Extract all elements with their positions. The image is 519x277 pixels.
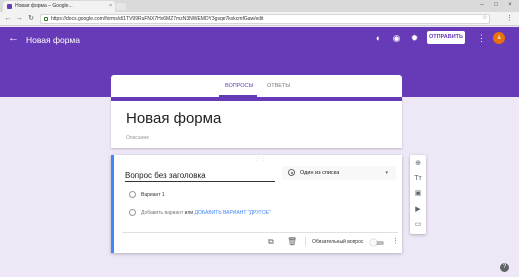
- add-question-icon[interactable]: ⊕: [414, 160, 422, 168]
- question-type-label: Один из списка: [300, 170, 340, 176]
- radio-circle-icon: [129, 209, 136, 216]
- tab-title: Новая форма – Google...: [15, 3, 73, 9]
- question-card[interactable]: ⋮⋮ Вопрос без заголовка Один из списка ▾…: [111, 155, 402, 253]
- add-section-icon[interactable]: ▭: [414, 221, 422, 229]
- form-tabs: ВОПРОСЫ ОТВЕТЫ: [111, 75, 402, 97]
- divider: [305, 237, 306, 246]
- add-image-icon[interactable]: ▣: [414, 190, 422, 198]
- option-label[interactable]: Вариант 1: [141, 191, 165, 199]
- drag-handle-icon[interactable]: ⋮⋮: [255, 156, 267, 162]
- minimize-icon[interactable]: –: [475, 0, 489, 10]
- form-description-field[interactable]: Описание: [126, 135, 149, 141]
- header-form-title[interactable]: Новая форма: [26, 35, 80, 45]
- radio-circle-icon: [129, 191, 136, 198]
- tab-close-icon[interactable]: ×: [109, 1, 112, 12]
- reload-icon[interactable]: ↻: [26, 14, 36, 24]
- browser-tab[interactable]: Новая форма – Google... ×: [3, 1, 115, 12]
- form-title[interactable]: Новая форма: [126, 110, 221, 127]
- help-icon[interactable]: ?: [500, 263, 509, 272]
- url-text: https://docs.google.com/forms/d/1TV99RuF…: [51, 16, 264, 22]
- lock-icon: [44, 17, 48, 21]
- preview-eye-icon[interactable]: ◉: [391, 33, 402, 44]
- question-type-select[interactable]: Один из списка ▾: [282, 166, 396, 180]
- settings-gear-icon[interactable]: ✹: [409, 33, 420, 44]
- or-text: или: [184, 210, 194, 216]
- forms-favicon-icon: [7, 4, 12, 9]
- add-other-link[interactable]: ДОБАВИТЬ ВАРИАНТ "ДРУГОЕ": [195, 210, 271, 216]
- radio-type-icon: [288, 169, 295, 176]
- forward-icon[interactable]: →: [14, 14, 24, 24]
- browser-menu-icon[interactable]: ⋮: [506, 15, 513, 23]
- question-title-input[interactable]: Вопрос без заголовка: [125, 171, 275, 182]
- browser-tabstrip: Новая форма – Google... × – □ ×: [0, 0, 519, 12]
- address-bar[interactable]: https://docs.google.com/forms/d/1TV99RuF…: [40, 14, 490, 24]
- maximize-icon[interactable]: □: [489, 0, 503, 10]
- tab-answers[interactable]: ОТВЕТЫ: [267, 75, 290, 97]
- copy-icon[interactable]: ⧉: [268, 237, 274, 247]
- add-video-icon[interactable]: ▶: [414, 206, 422, 214]
- form-title-card: Новая форма Описание: [111, 97, 402, 148]
- question-more-icon[interactable]: ⋮: [392, 237, 399, 245]
- bookmark-star-icon[interactable]: ☆: [482, 14, 487, 21]
- divider: [122, 232, 398, 233]
- back-arrow-icon[interactable]: ←: [8, 32, 19, 44]
- browser-toolbar: ← → ↻ https://docs.google.com/forms/d/1T…: [0, 12, 519, 26]
- required-toggle-knob[interactable]: [370, 239, 377, 246]
- new-tab-button[interactable]: [116, 3, 126, 10]
- add-title-icon[interactable]: Tт: [414, 175, 422, 183]
- palette-icon[interactable]: ◐: [373, 33, 384, 44]
- window-close-icon[interactable]: ×: [503, 0, 517, 10]
- side-toolbar: ⊕ Tт ▣ ▶ ▭: [410, 155, 426, 234]
- required-label: Обязательный вопрос: [312, 239, 364, 245]
- avatar[interactable]: a: [493, 32, 505, 44]
- add-option-link[interactable]: Добавить вариант: [141, 210, 183, 216]
- send-button[interactable]: ОТПРАВИТЬ: [427, 31, 465, 44]
- chevron-down-icon: ▾: [385, 170, 388, 176]
- more-options-icon[interactable]: ⋮: [477, 33, 486, 44]
- back-icon[interactable]: ←: [3, 14, 13, 24]
- tab-questions[interactable]: ВОПРОСЫ: [225, 75, 253, 97]
- trash-icon[interactable]: 🗑: [287, 237, 297, 246]
